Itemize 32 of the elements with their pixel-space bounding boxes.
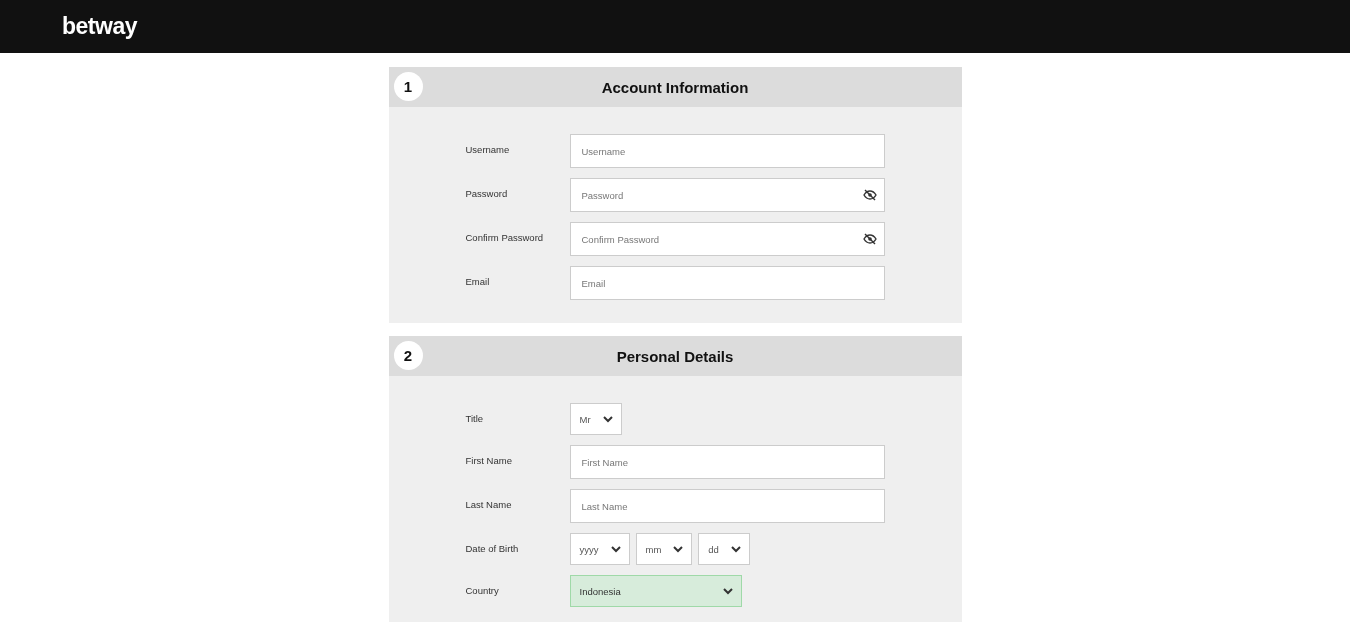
field-label: Password xyxy=(465,187,509,199)
password-field[interactable]: Confirm Password xyxy=(569,222,885,256)
chevron-down-icon xyxy=(730,545,741,553)
field-label: Date of Birth xyxy=(465,542,520,554)
field-label: Title xyxy=(465,412,485,424)
eye-slash-icon[interactable] xyxy=(862,233,877,245)
password-field[interactable]: Password xyxy=(569,178,885,212)
logo[interactable]: betway xyxy=(62,13,137,40)
field-label: Email xyxy=(465,275,491,287)
text-field[interactable]: Last Name xyxy=(569,489,885,523)
chevron-down-icon xyxy=(722,587,733,595)
field-label: Username xyxy=(465,143,511,155)
field-label: Last Name xyxy=(465,498,513,510)
select-field[interactable]: Mr xyxy=(569,403,622,435)
step-number: 2 xyxy=(393,341,423,370)
select-field[interactable]: mm xyxy=(635,533,693,565)
select-field[interactable]: Indonesia xyxy=(569,575,742,607)
field-label: Confirm Password xyxy=(465,231,545,243)
section-title: Account Information xyxy=(601,78,749,96)
text-field[interactable]: Email xyxy=(569,266,885,300)
chevron-down-icon xyxy=(673,545,684,553)
select-field[interactable]: yyyy xyxy=(569,533,630,565)
text-field[interactable]: Username xyxy=(569,134,885,168)
step-number: 1 xyxy=(393,72,423,101)
chevron-down-icon xyxy=(610,545,621,553)
chevron-down-icon xyxy=(602,415,613,423)
field-label: Country xyxy=(465,584,500,596)
eye-slash-icon[interactable] xyxy=(862,189,877,201)
section-title: Personal Details xyxy=(616,347,734,365)
select-field[interactable]: dd xyxy=(698,533,750,565)
text-field[interactable]: First Name xyxy=(569,445,885,479)
field-label: First Name xyxy=(465,454,513,466)
